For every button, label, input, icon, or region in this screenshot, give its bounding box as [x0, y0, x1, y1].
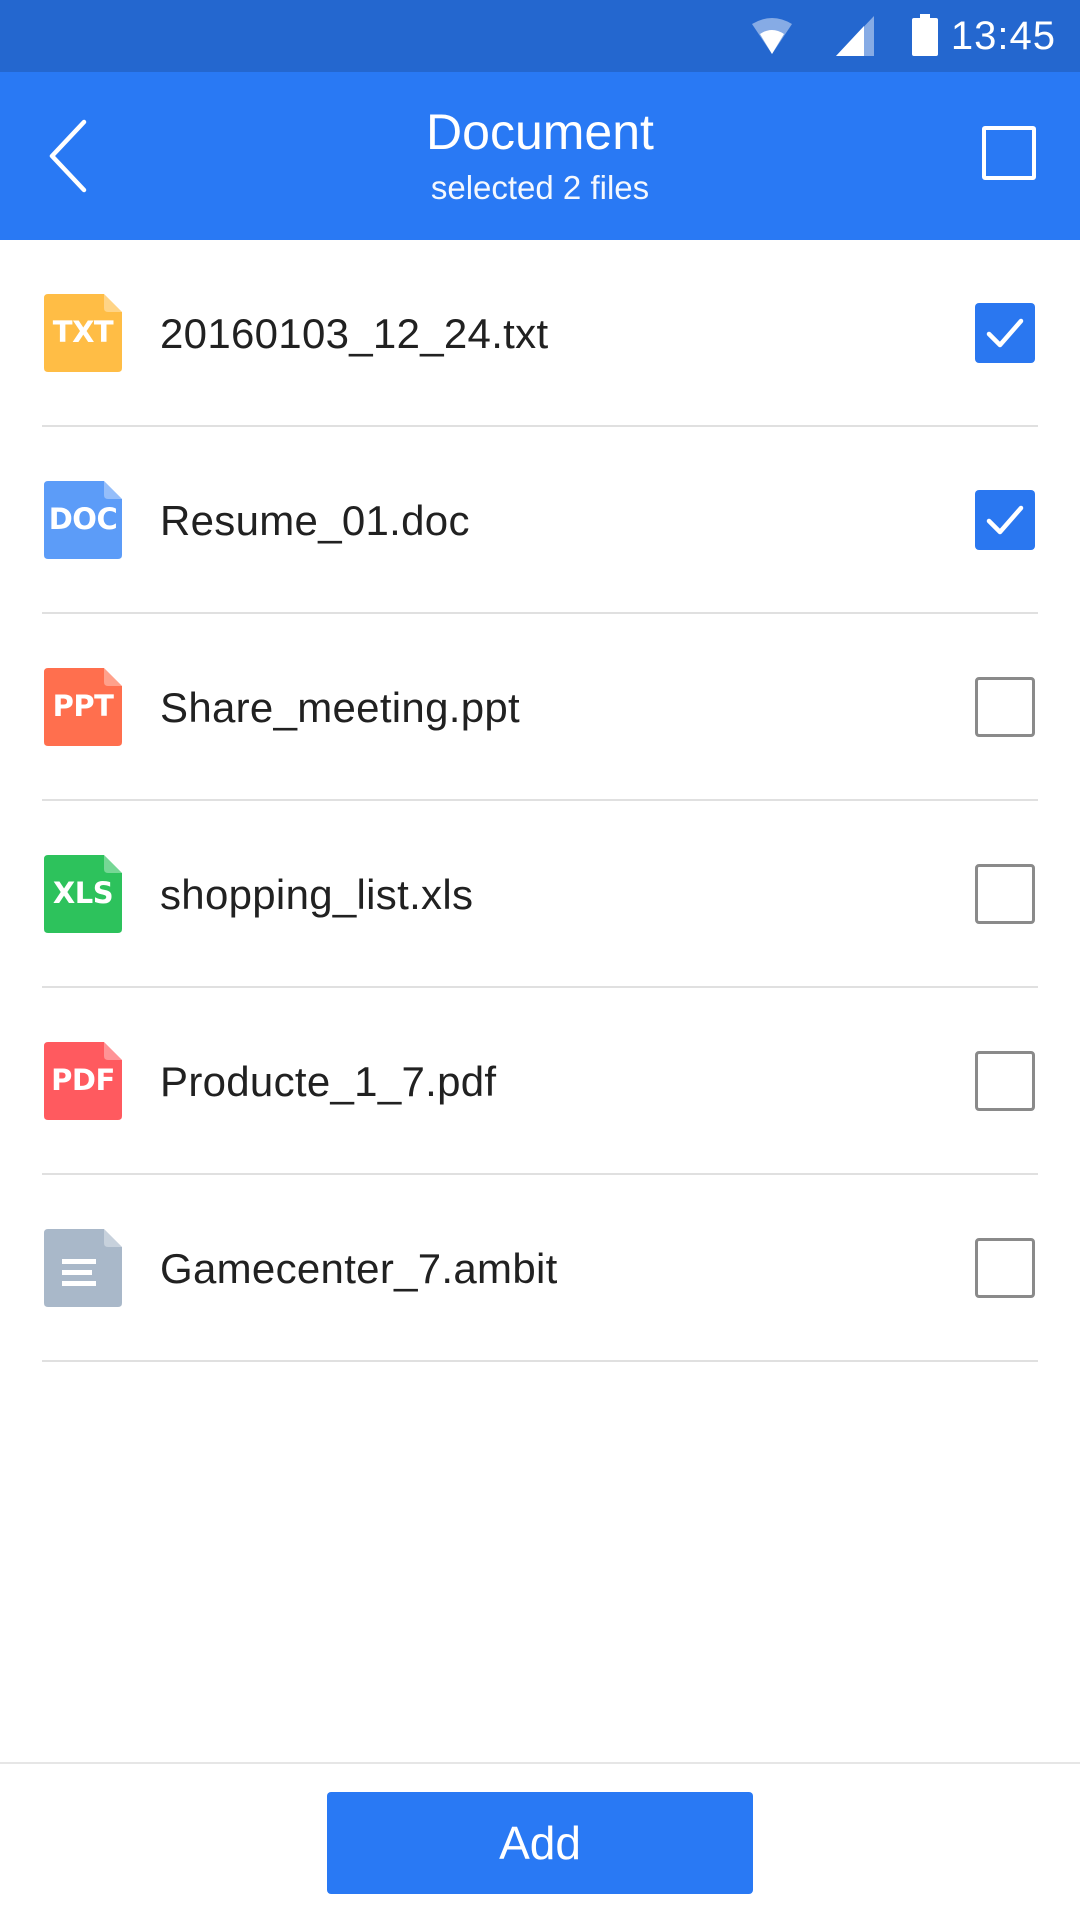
chevron-left-icon[interactable]	[40, 116, 106, 196]
title-block: Document selected 2 files	[240, 102, 840, 208]
generic-file-icon	[44, 1229, 122, 1307]
file-checkbox[interactable]	[975, 490, 1035, 550]
add-button[interactable]: Add	[327, 1792, 753, 1894]
file-type-badge: PDF	[51, 1063, 115, 1097]
file-row[interactable]: DOC Resume_01.doc	[0, 427, 1080, 614]
pdf-file-icon: PDF	[44, 1042, 122, 1120]
file-name: 20160103_12_24.txt	[160, 310, 549, 357]
file-name: shopping_list.xls	[160, 871, 474, 918]
file-row[interactable]: PPT Share_meeting.ppt	[0, 614, 1080, 801]
checkmark-icon	[986, 318, 1024, 348]
cell-signal-icon	[836, 16, 874, 56]
file-name: Share_meeting.ppt	[160, 684, 521, 731]
divider	[42, 1360, 1038, 1362]
app-bar: Document selected 2 files	[0, 72, 1080, 240]
checkmark-icon	[986, 505, 1024, 535]
file-name: Producte_1_7.pdf	[160, 1058, 497, 1105]
file-row[interactable]: XLS shopping_list.xls	[0, 801, 1080, 988]
file-type-badge: XLS	[52, 876, 114, 910]
wifi-icon	[752, 18, 792, 54]
file-checkbox[interactable]	[975, 864, 1035, 924]
file-checkbox[interactable]	[975, 303, 1035, 363]
select-all-checkbox[interactable]	[982, 126, 1036, 180]
file-row[interactable]: Gamecenter_7.ambit	[0, 1175, 1080, 1362]
txt-file-icon: TXT	[44, 294, 122, 372]
xls-file-icon: XLS	[44, 855, 122, 933]
file-type-badge: DOC	[48, 502, 118, 536]
file-list: TXT 20160103_12_24.txt DOC Resume_01.doc PPT…	[0, 240, 1080, 1362]
file-name: Resume_01.doc	[160, 497, 470, 544]
selection-count: selected 2 files	[430, 169, 650, 206]
screen: 13:45 Document selected 2 files TXT 20160…	[0, 0, 1080, 1920]
file-checkbox[interactable]	[975, 1051, 1035, 1111]
bottom-bar: Add	[0, 1762, 1080, 1920]
file-checkbox[interactable]	[975, 677, 1035, 737]
file-type-badge: TXT	[52, 315, 114, 349]
file-name: Gamecenter_7.ambit	[160, 1245, 558, 1292]
status-time: 13:45	[950, 14, 1056, 58]
file-checkbox[interactable]	[975, 1238, 1035, 1298]
battery-icon	[912, 14, 938, 56]
file-row[interactable]: PDF Producte_1_7.pdf	[0, 988, 1080, 1175]
file-type-badge: PPT	[52, 689, 114, 723]
doc-file-icon: DOC	[44, 481, 122, 559]
status-bar: 13:45	[0, 0, 1080, 72]
ppt-file-icon: PPT	[44, 668, 122, 746]
file-row[interactable]: TXT 20160103_12_24.txt	[0, 240, 1080, 427]
page-title: Document	[426, 104, 654, 160]
